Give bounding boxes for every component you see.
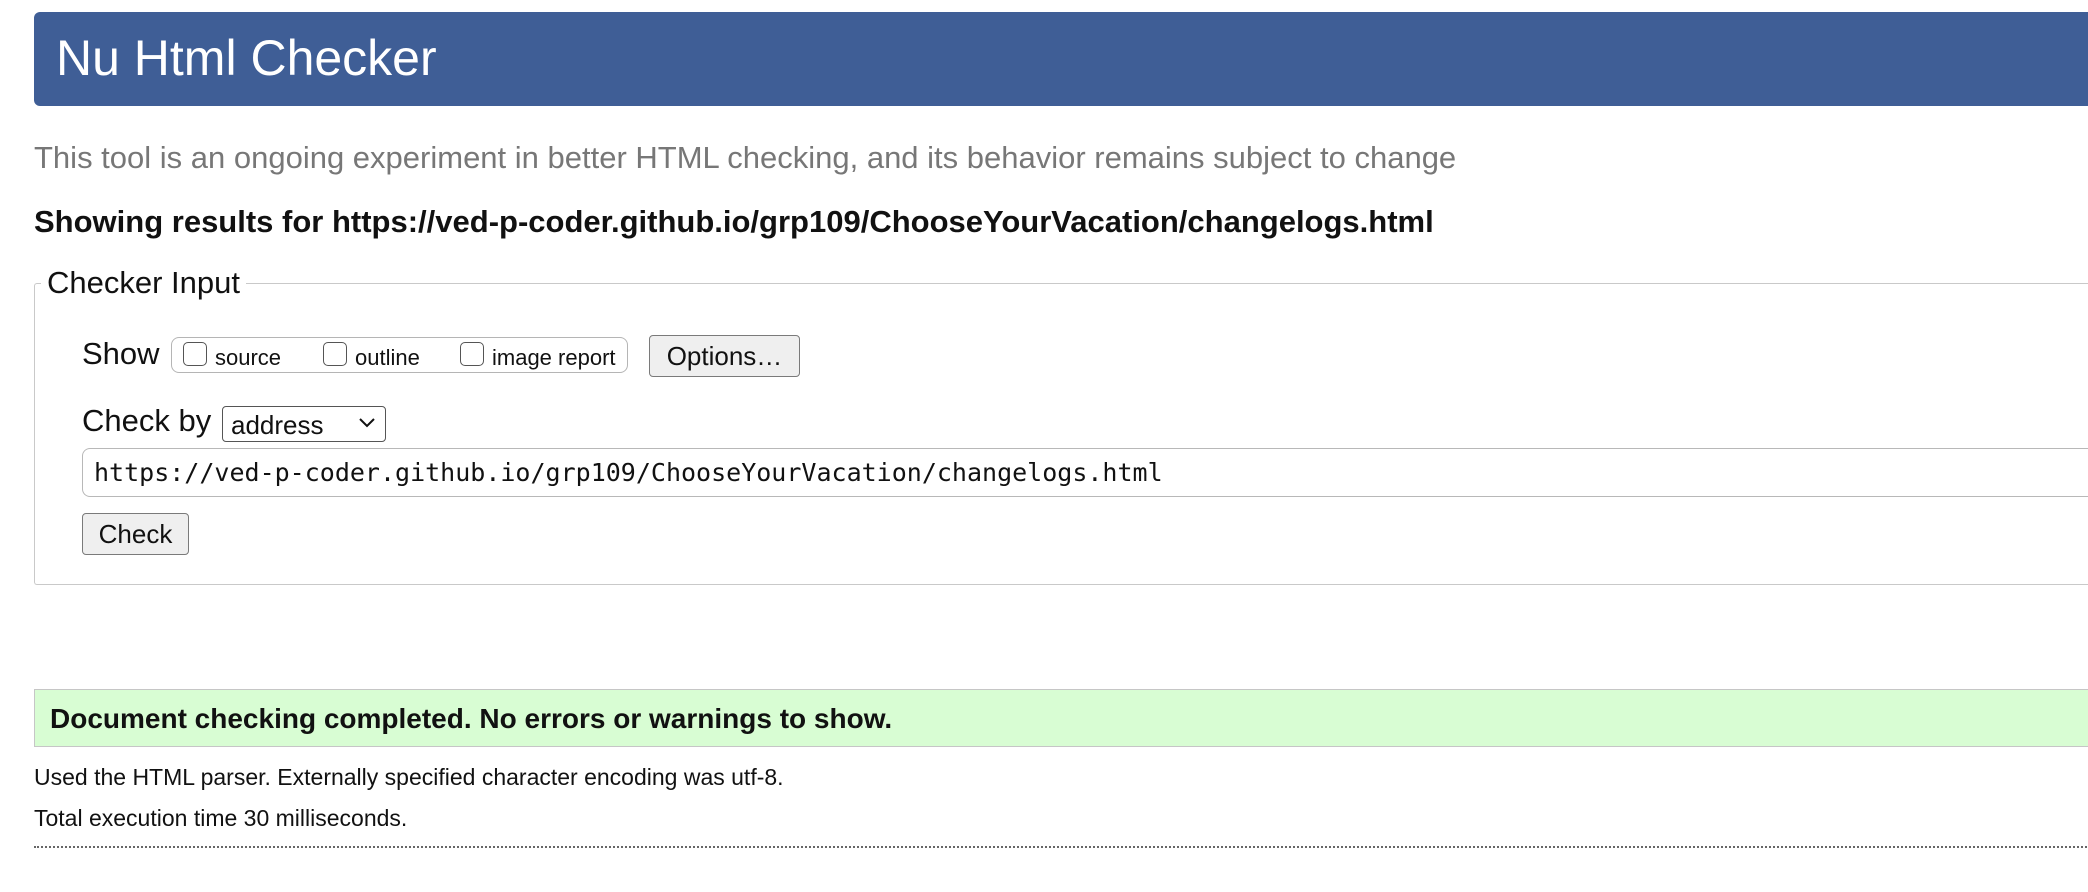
source-checkbox[interactable] bbox=[183, 342, 207, 366]
check-by-label: Check by bbox=[82, 403, 212, 438]
check-by-select[interactable]: address bbox=[222, 406, 386, 442]
check-by-selected-value: address bbox=[231, 410, 324, 440]
header-bar: Nu Html Checker bbox=[34, 12, 2088, 106]
show-label: Show bbox=[82, 336, 160, 371]
image-report-checkbox[interactable] bbox=[460, 342, 484, 366]
page-title: Nu Html Checker bbox=[56, 30, 437, 86]
check-button[interactable]: Check bbox=[82, 513, 189, 555]
dotted-divider bbox=[34, 846, 2088, 848]
url-input[interactable]: https://ved-p-coder.github.io/grp109/Cho… bbox=[82, 448, 2088, 497]
tool-description: This tool is an ongoing experiment in be… bbox=[34, 140, 1457, 175]
page: Nu Html Checker This tool is an ongoing … bbox=[0, 0, 2088, 892]
show-options-group: source outline image report bbox=[171, 337, 628, 373]
parser-info: Used the HTML parser. Externally specifi… bbox=[34, 764, 784, 790]
results-heading: Showing results for https://ved-p-coder.… bbox=[34, 204, 1434, 239]
execution-time: Total execution time 30 milliseconds. bbox=[34, 805, 408, 831]
source-checkbox-label[interactable]: source bbox=[215, 345, 281, 371]
checker-input-legend: Checker Input bbox=[41, 265, 246, 301]
outline-checkbox-label[interactable]: outline bbox=[355, 345, 420, 371]
outline-checkbox[interactable] bbox=[323, 342, 347, 366]
image-report-checkbox-label[interactable]: image report bbox=[492, 345, 616, 371]
chevron-down-icon bbox=[359, 418, 375, 428]
options-button[interactable]: Options… bbox=[649, 335, 800, 377]
success-message: Document checking completed. No errors o… bbox=[50, 703, 893, 734]
success-message-box: Document checking completed. No errors o… bbox=[34, 689, 2088, 747]
url-input-value: https://ved-p-coder.github.io/grp109/Cho… bbox=[94, 458, 1163, 487]
